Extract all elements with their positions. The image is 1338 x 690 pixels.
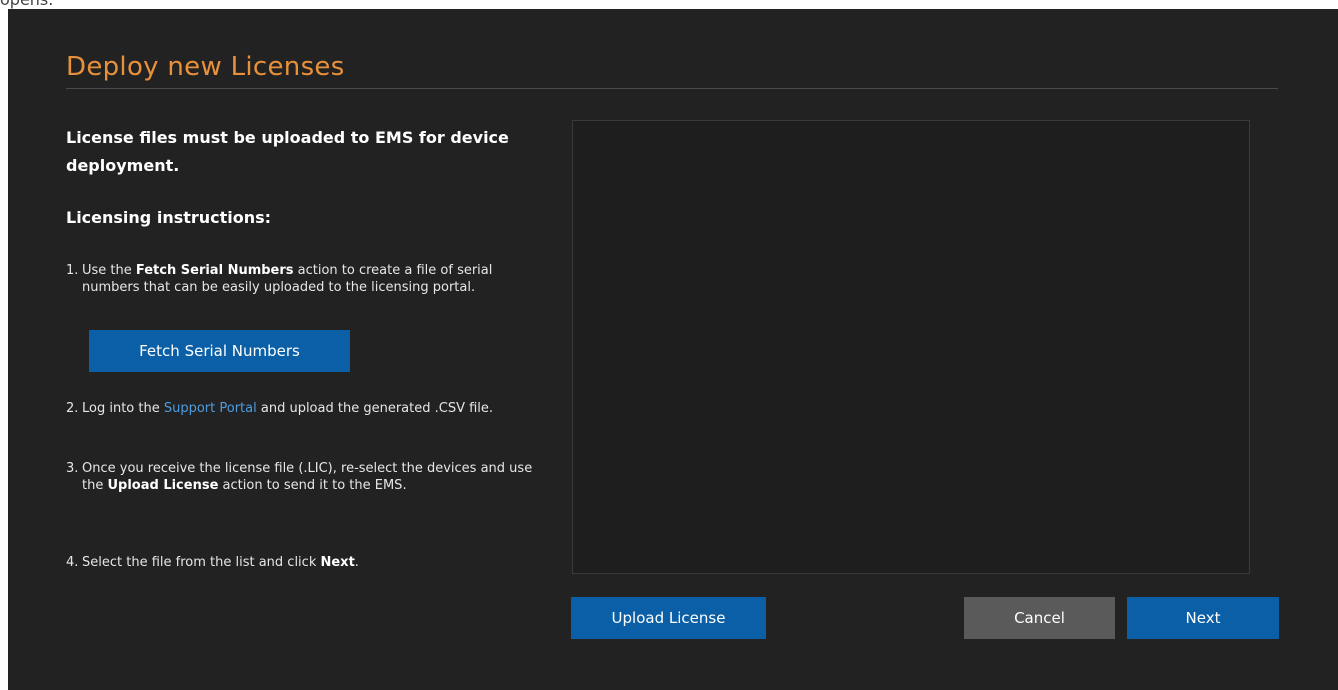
- step-number: 1.: [66, 263, 79, 278]
- deploy-licenses-dialog: Deploy new Licenses License files must b…: [8, 9, 1338, 690]
- step-text-pre: Log into the: [82, 401, 164, 416]
- fetch-serial-numbers-button[interactable]: Fetch Serial Numbers: [89, 330, 350, 372]
- step-text-post: action to send it to the EMS.: [218, 478, 407, 493]
- step-text: Once you receive the license file (.LIC)…: [82, 460, 546, 494]
- step-number: 3.: [66, 461, 79, 476]
- intro-text: License files must be uploaded to EMS fo…: [66, 128, 509, 175]
- title-divider: [66, 88, 1278, 89]
- license-file-list[interactable]: [572, 120, 1250, 574]
- instruction-step-3: 3. Once you receive the license file (.L…: [66, 460, 546, 494]
- next-button[interactable]: Next: [1127, 597, 1279, 639]
- step-text-pre: Use the: [82, 263, 136, 278]
- step-text: Select the file from the list and click …: [82, 554, 546, 571]
- step-text: Log into the Support Portal and upload t…: [82, 400, 546, 417]
- step-text: Use the Fetch Serial Numbers action to c…: [82, 262, 546, 296]
- step-text-post: and upload the generated .CSV file.: [256, 401, 494, 416]
- instruction-step-1: 1. Use the Fetch Serial Numbers action t…: [66, 262, 546, 296]
- step-action-name: Upload License: [107, 478, 219, 493]
- instruction-step-4: 4. Select the file from the list and cli…: [66, 554, 546, 571]
- instructions-heading: Licensing instructions:: [66, 208, 272, 227]
- upload-license-button[interactable]: Upload License: [571, 597, 766, 639]
- instruction-step-2: 2. Log into the Support Portal and uploa…: [66, 400, 546, 417]
- step-text-post: .: [354, 555, 359, 570]
- step-text-pre: Select the file from the list and click: [82, 555, 321, 570]
- cancel-button[interactable]: Cancel: [964, 597, 1115, 639]
- step-number: 4.: [66, 555, 79, 570]
- step-action-name: Fetch Serial Numbers: [135, 263, 294, 278]
- support-portal-link[interactable]: Support Portal: [164, 401, 257, 416]
- dialog-title: Deploy new Licenses: [66, 52, 345, 82]
- step-number: 2.: [66, 401, 79, 416]
- step-action-name: Next: [320, 555, 355, 570]
- top-caption: opens.: [0, 0, 53, 9]
